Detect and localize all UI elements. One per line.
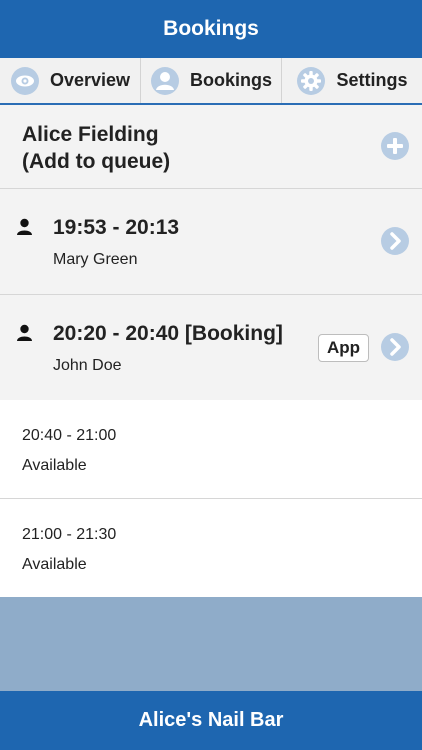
- tab-overview-label: Overview: [49, 70, 131, 90]
- plus-circle-icon[interactable]: [380, 131, 410, 161]
- tab-settings-label: Settings: [336, 70, 408, 90]
- chevron-right-icon[interactable]: [380, 332, 410, 362]
- slot-status: Available: [22, 556, 87, 573]
- empty-area: [0, 597, 422, 691]
- tab-bar: Overview Bookings Settings: [0, 58, 422, 105]
- header-title: Bookings: [163, 17, 259, 40]
- tab-settings[interactable]: Settings: [282, 58, 422, 103]
- tab-bookings[interactable]: Bookings: [141, 58, 282, 103]
- gear-icon: [296, 66, 326, 96]
- footer-title: Alice's Nail Bar: [138, 709, 284, 731]
- booking-time: 19:53 - 20:13: [53, 216, 180, 239]
- booking-row[interactable]: 19:53 - 20:13 Mary Green: [0, 189, 422, 295]
- person-icon: [16, 324, 33, 342]
- booking-customer: John Doe: [53, 357, 122, 374]
- person-icon: [16, 218, 33, 236]
- booking-row[interactable]: 20:20 - 20:40 [Booking] John Doe App: [0, 295, 422, 401]
- tab-overview[interactable]: Overview: [0, 58, 141, 103]
- booking-customer: Mary Green: [53, 251, 138, 268]
- chevron-right-icon[interactable]: [380, 226, 410, 256]
- queue-name: Alice Fielding: [22, 123, 159, 146]
- app-header: Bookings: [0, 0, 422, 58]
- eye-icon: [10, 66, 40, 96]
- app-footer: Alice's Nail Bar: [0, 691, 422, 750]
- slot-status: Available: [22, 457, 87, 474]
- queue-action[interactable]: (Add to queue): [22, 148, 170, 175]
- available-slot[interactable]: 21:00 - 21:30 Available: [0, 499, 422, 598]
- slot-time: 21:00 - 21:30: [22, 526, 117, 543]
- booking-time: 20:20 - 20:40 [Booking]: [53, 322, 283, 345]
- app-badge: App: [318, 334, 369, 362]
- queue-header: Alice Fielding (Add to queue): [0, 105, 422, 189]
- queue-title: Alice Fielding (Add to queue): [22, 121, 170, 175]
- available-slot[interactable]: 20:40 - 21:00 Available: [0, 400, 422, 499]
- slot-time: 20:40 - 21:00: [22, 427, 117, 444]
- tab-bookings-label: Bookings: [189, 70, 272, 90]
- user-icon: [150, 66, 180, 96]
